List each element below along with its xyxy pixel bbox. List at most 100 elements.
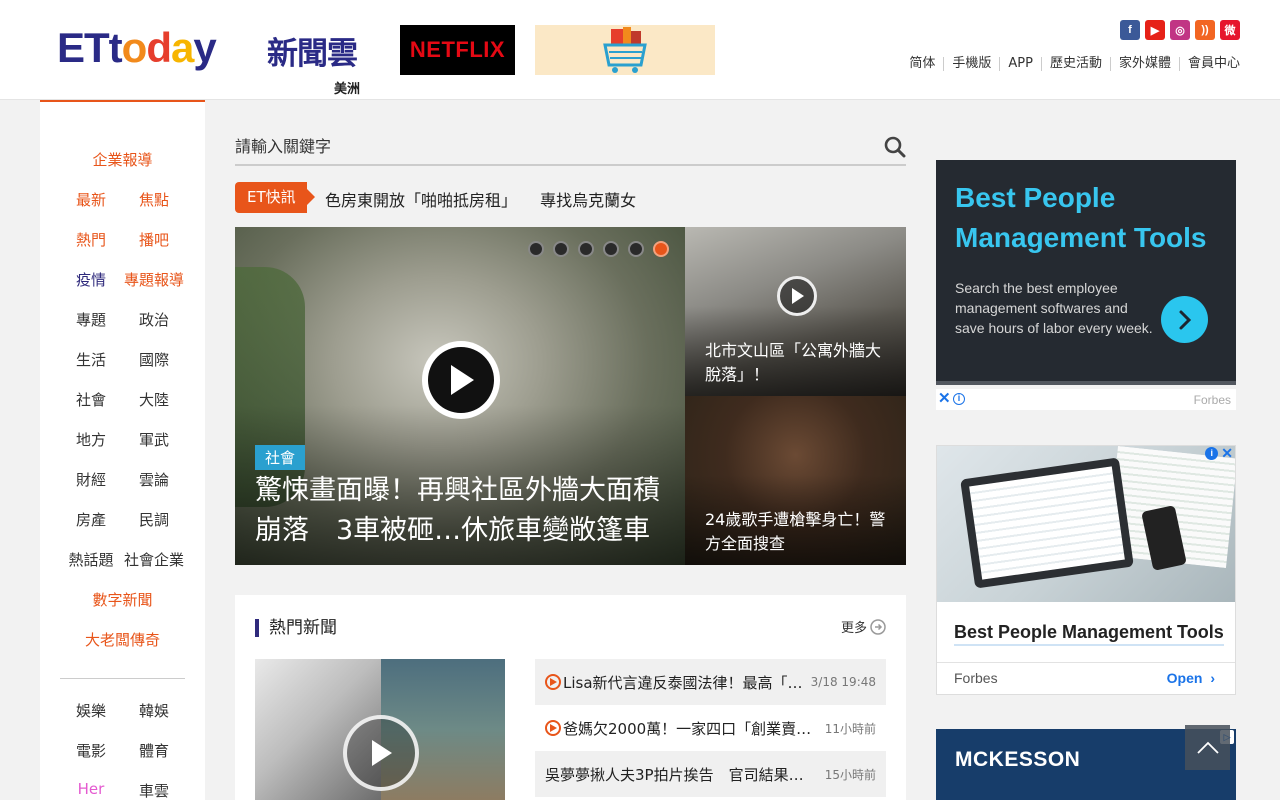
carousel-dot-active[interactable] — [653, 241, 669, 257]
play-icon[interactable] — [343, 715, 419, 791]
site-header: ETtoday 新聞雲 美洲 NETFLIX f ▶ ◎ )) 微 简体 手機版… — [0, 0, 1280, 100]
sidebar-item-pandemic[interactable]: 疫情 — [56, 269, 126, 290]
ad-headline[interactable]: Best People Management Tools — [954, 622, 1224, 646]
ad-headline: Best People Management Tools — [955, 182, 1207, 253]
search-input[interactable] — [235, 133, 865, 160]
carousel-dot[interactable] — [553, 241, 569, 257]
rss-icon[interactable]: )) — [1195, 20, 1215, 40]
nav-outdoor-media[interactable]: 家外媒體 — [1109, 57, 1179, 71]
carousel-dot[interactable] — [628, 241, 644, 257]
hero-category-tag[interactable]: 社會 — [255, 445, 306, 470]
sidebar-item-society[interactable]: 社會 — [56, 389, 126, 410]
top-nav: 简体 手機版 APP 歷史活動 家外媒體 會員中心 — [901, 57, 1240, 71]
search-icon[interactable] — [884, 136, 906, 158]
nav-member-center[interactable]: 會員中心 — [1178, 57, 1240, 71]
hot-news-title: Lisa新代言違反泰國法律！最高「… — [563, 673, 803, 692]
sidebar-item-military[interactable]: 軍武 — [119, 429, 189, 450]
sidebar-item-polls[interactable]: 民調 — [119, 509, 189, 530]
sidebar-item-focus[interactable]: 焦點 — [119, 189, 189, 210]
netflix-banner-ad[interactable]: NETFLIX — [400, 25, 515, 75]
flash-news-item[interactable]: 色房東開放「啪啪抵房租」 — [325, 191, 517, 210]
display-ad[interactable]: Best People Management Tools Search the … — [936, 160, 1236, 385]
facebook-icon[interactable]: f — [1120, 20, 1140, 40]
hot-news-title: 吳夢夢揪人夫3P拍片挨告 官司結果… — [545, 765, 804, 784]
carousel-dot[interactable] — [578, 241, 594, 257]
hero-carousel[interactable]: 社會 驚悚畫面曝！再興社區外牆大面積崩落 3車被砸…休旅車變敞篷車 — [235, 227, 685, 565]
side-story-card[interactable]: 北市文山區「公寓外牆大脫落」！ — [685, 227, 906, 396]
sidebar-item-international[interactable]: 國際 — [119, 349, 189, 370]
sidebar-item-boss-legend[interactable]: 大老闆傳奇 — [40, 629, 205, 650]
video-play-icon — [545, 720, 561, 736]
region-label[interactable]: 美洲 — [334, 78, 360, 97]
ad-choices[interactable]: i ✕ — [1205, 446, 1233, 460]
youtube-icon[interactable]: ▶ — [1145, 20, 1165, 40]
play-icon[interactable] — [777, 276, 817, 316]
ad-close-icon[interactable]: ✕ — [938, 391, 951, 407]
shopping-banner-ad[interactable] — [535, 25, 715, 75]
ad-info-icon[interactable]: i — [953, 393, 965, 405]
sidebar-item-cars[interactable]: 車雲 — [119, 780, 189, 800]
back-to-top-button[interactable] — [1185, 725, 1230, 770]
ad-info-icon[interactable]: i — [1205, 447, 1219, 460]
sidebar-item-latest[interactable]: 最新 — [56, 189, 126, 210]
nav-history-events[interactable]: 歷史活動 — [1040, 57, 1110, 71]
sidebar-item-hot[interactable]: 熱門 — [56, 229, 126, 250]
more-label: 更多 — [840, 621, 867, 636]
hot-news-item[interactable]: 爸媽欠2000萬！一家四口「創業賣… 11小時前 — [535, 705, 886, 751]
sidebar-item-enterprise[interactable]: 企業報導 — [40, 149, 205, 170]
hot-news-title: 爸媽欠2000萬！一家四口「創業賣… — [563, 719, 812, 738]
sidebar-item-mainland[interactable]: 大陸 — [119, 389, 189, 410]
hot-news-item[interactable]: Lisa新代言違反泰國法律！最高「… 3/18 19:48 — [535, 659, 886, 705]
carousel-dot[interactable] — [528, 241, 544, 257]
sidebar-item-topics[interactable]: 專題 — [56, 309, 126, 330]
side-story-card[interactable]: 24歲歌手遭槍擊身亡！警方全面搜查 — [685, 396, 906, 565]
carousel-dots — [528, 241, 669, 257]
ad-close-icon[interactable]: ✕ — [1221, 446, 1233, 460]
more-link[interactable]: 更多 — [841, 617, 886, 636]
sidebar-item-broadcast[interactable]: 播吧 — [119, 229, 189, 250]
sidebar-item-special-report[interactable]: 專題報導 — [119, 269, 189, 290]
chevron-up-icon — [1196, 741, 1219, 754]
display-ad[interactable]: i ✕ Best People Management Tools Forbes … — [936, 445, 1236, 695]
search-bar — [235, 133, 906, 166]
hot-news-time: 15小時前 — [824, 767, 876, 782]
chevron-right-icon: › — [1210, 670, 1215, 686]
hero-headline[interactable]: 驚悚畫面曝！再興社區外牆大面積崩落 3車被砸…休旅車變敞篷車 — [255, 471, 675, 551]
site-logo[interactable]: ETtoday 新聞雲 — [57, 24, 362, 76]
section-title: 熱門新聞 — [255, 619, 337, 637]
carousel-dot[interactable] — [603, 241, 619, 257]
sidebar-item-real-estate[interactable]: 房產 — [56, 509, 126, 530]
ad-footer: ✕ i Forbes — [936, 389, 1236, 410]
sidebar-item-sports[interactable]: 體育 — [119, 740, 189, 761]
sidebar-item-social-enterprise[interactable]: 社會企業 — [119, 549, 189, 570]
weibo-icon[interactable]: 微 — [1220, 20, 1240, 40]
ad-divider — [937, 662, 1235, 663]
flash-news-ticker: 色房東開放「啪啪抵房租」 專找烏克蘭女 — [325, 187, 654, 211]
ad-open-button[interactable]: Open › — [1167, 670, 1215, 686]
sidebar-item-politics[interactable]: 政治 — [119, 309, 189, 330]
sidebar-item-her[interactable]: Her — [56, 780, 126, 798]
sidebar-item-opinion[interactable]: 雲論 — [119, 469, 189, 490]
sidebar-divider — [60, 678, 185, 679]
sidebar-item-movies[interactable]: 電影 — [56, 740, 126, 761]
sidebar-item-digital-news[interactable]: 數字新聞 — [40, 589, 205, 610]
nav-app[interactable]: APP — [999, 57, 1041, 71]
side-story-title[interactable]: 北市文山區「公寓外牆大脫落」！ — [705, 339, 895, 387]
sidebar-item-hot-topics[interactable]: 熱話題 — [56, 549, 126, 570]
flash-news-item[interactable]: 專找烏克蘭女 — [540, 191, 636, 210]
play-icon[interactable] — [422, 341, 500, 419]
sidebar-item-life[interactable]: 生活 — [56, 349, 126, 370]
sidebar-item-local[interactable]: 地方 — [56, 429, 126, 450]
sidebar-item-entertainment[interactable]: 娛樂 — [56, 700, 126, 721]
side-story-title[interactable]: 24歲歌手遭槍擊身亡！警方全面搜查 — [705, 508, 895, 556]
chevron-right-icon[interactable] — [1161, 296, 1208, 343]
hot-news-thumbnail[interactable] — [255, 659, 505, 800]
nav-mobile[interactable]: 手機版 — [943, 57, 999, 71]
hot-news-time: 3/18 19:48 — [810, 675, 876, 689]
sidebar-item-korean-ent[interactable]: 韓娛 — [119, 700, 189, 721]
nav-simplified[interactable]: 简体 — [901, 57, 943, 71]
sidebar-item-finance[interactable]: 財經 — [56, 469, 126, 490]
instagram-icon[interactable]: ◎ — [1170, 20, 1190, 40]
hot-news-item[interactable]: 吳夢夢揪人夫3P拍片挨告 官司結果… 15小時前 — [535, 751, 886, 797]
arrow-right-circle-icon — [870, 618, 886, 635]
